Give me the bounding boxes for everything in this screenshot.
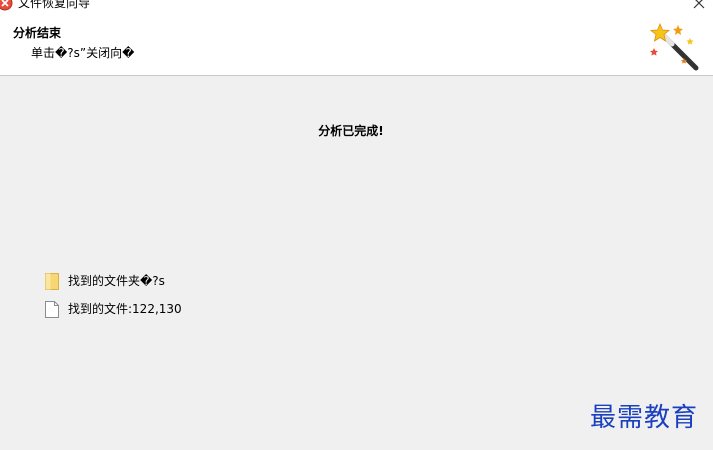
files-found-row: 找到的文件:122,130 — [45, 300, 182, 318]
wizard-header: 分析结束 单击�?s”关闭向� — [0, 12, 713, 76]
magic-wand-icon — [650, 22, 699, 71]
wizard-window: 文件恢复向导 分析结束 单击�?s”关闭向� 分析已完成! 找到的文件夹�?s … — [0, 0, 713, 450]
files-found-label: 找到的文件:122,130 — [68, 302, 182, 316]
title-bar: 文件恢复向导 — [0, 0, 713, 12]
app-icon — [0, 0, 13, 11]
step-title: 分析结束 — [13, 26, 62, 40]
folders-found-label: 找到的文件夹�?s — [68, 274, 165, 288]
folders-found-row: 找到的文件夹�?s — [45, 272, 165, 290]
window-title: 文件恢复向导 — [18, 0, 91, 10]
close-icon[interactable] — [687, 0, 711, 12]
analysis-status: 分析已完成! — [318, 124, 384, 138]
folder-icon — [45, 272, 59, 290]
file-icon — [45, 300, 59, 318]
watermark-text: 最需教育 — [590, 403, 699, 433]
close-button[interactable] — [687, 0, 711, 12]
step-description: 单击�?s”关闭向� — [31, 46, 135, 60]
